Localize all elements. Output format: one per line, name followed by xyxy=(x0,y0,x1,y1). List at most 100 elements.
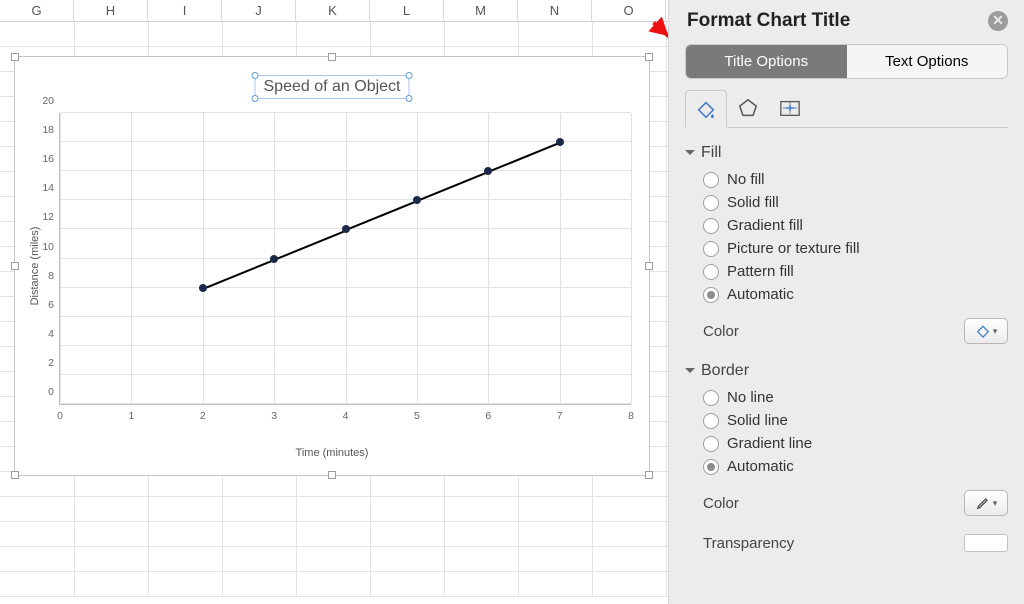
radio-icon xyxy=(703,287,719,303)
column-header[interactable]: M xyxy=(444,0,518,21)
pane-tabs: Title Options Text Options xyxy=(685,44,1008,79)
x-tick-label: 6 xyxy=(485,404,491,422)
radio-label: No line xyxy=(727,389,774,406)
series-line[interactable] xyxy=(202,259,274,289)
grid-row[interactable] xyxy=(0,22,668,47)
data-point[interactable] xyxy=(199,284,207,292)
fill-color-button[interactable]: ▾ xyxy=(964,318,1008,344)
collapse-triangle-icon xyxy=(685,150,695,160)
grid-row[interactable] xyxy=(0,497,668,522)
title-resize-handle[interactable] xyxy=(252,72,259,79)
y-tick-label: 10 xyxy=(42,241,60,253)
x-tick-label: 8 xyxy=(628,404,634,422)
data-point[interactable] xyxy=(556,138,564,146)
resize-handle[interactable] xyxy=(645,53,653,61)
transparency-input[interactable] xyxy=(964,534,1008,552)
grid-row[interactable] xyxy=(0,572,668,597)
border-section-header[interactable]: Border xyxy=(685,354,1008,386)
column-header[interactable]: G xyxy=(0,0,74,21)
radio-icon xyxy=(703,241,719,257)
x-tick-label: 1 xyxy=(128,404,134,422)
radio-icon xyxy=(703,390,719,406)
border-header-label: Border xyxy=(701,362,749,380)
y-tick-label: 4 xyxy=(48,328,60,340)
column-headers: GHIJKLMNO xyxy=(0,0,668,22)
resize-handle[interactable] xyxy=(645,262,653,270)
border-options: No line Solid lineGradient lineAutomatic xyxy=(685,386,1008,482)
x-tick-label: 5 xyxy=(414,404,420,422)
resize-handle[interactable] xyxy=(645,471,653,479)
title-resize-handle[interactable] xyxy=(252,95,259,102)
radio-option[interactable]: Pattern fill xyxy=(703,260,1008,283)
radio-label: Automatic xyxy=(727,286,794,303)
chart-object[interactable]: Speed of an Object Distance (miles) Time… xyxy=(14,56,650,476)
radio-label: Solid fill xyxy=(727,194,779,211)
radio-option[interactable]: Solid line xyxy=(703,409,1008,432)
fill-options: No fill Solid fill Gradient fillPicture or… xyxy=(685,168,1008,310)
column-header[interactable]: O xyxy=(592,0,666,21)
collapse-triangle-icon xyxy=(685,368,695,378)
paint-bucket-icon xyxy=(695,98,717,120)
data-point[interactable] xyxy=(413,196,421,204)
grid-row[interactable] xyxy=(0,522,668,547)
radio-option[interactable]: Automatic xyxy=(703,283,1008,306)
y-tick-label: 12 xyxy=(42,211,60,223)
chevron-down-icon: ▾ xyxy=(993,498,998,509)
resize-handle[interactable] xyxy=(328,53,336,61)
radio-option[interactable]: No line xyxy=(703,386,1008,409)
series-line[interactable] xyxy=(417,171,489,201)
format-pane: Format Chart Title ✕ Title Options Text … xyxy=(668,0,1024,604)
y-tick-label: 16 xyxy=(42,153,60,165)
data-point[interactable] xyxy=(484,167,492,175)
close-pane-button[interactable]: ✕ xyxy=(988,11,1008,31)
radio-option[interactable]: No fill xyxy=(703,168,1008,191)
pane-title: Format Chart Title xyxy=(687,10,850,32)
series-line[interactable] xyxy=(488,142,560,172)
y-tick-label: 8 xyxy=(48,270,60,282)
radio-option[interactable]: Gradient fill xyxy=(703,214,1008,237)
fill-and-line-tab[interactable] xyxy=(685,90,727,128)
grid-row[interactable] xyxy=(0,547,668,572)
y-tick-label: 0 xyxy=(48,386,60,398)
radio-icon xyxy=(703,436,719,452)
tab-title-options[interactable]: Title Options xyxy=(686,45,847,78)
radio-option[interactable]: Gradient line xyxy=(703,432,1008,455)
column-header[interactable]: J xyxy=(222,0,296,21)
chart-title[interactable]: Speed of an Object xyxy=(255,75,410,99)
series-line[interactable] xyxy=(274,229,346,259)
radio-option[interactable]: Picture or texture fill xyxy=(703,237,1008,260)
resize-handle[interactable] xyxy=(11,471,19,479)
category-icon-tabs xyxy=(685,89,1008,128)
series-line[interactable] xyxy=(345,200,417,230)
data-point[interactable] xyxy=(342,225,350,233)
plot-area[interactable]: 02468101214161820012345678 xyxy=(59,113,631,405)
resize-handle[interactable] xyxy=(11,53,19,61)
column-header[interactable]: L xyxy=(370,0,444,21)
radio-icon xyxy=(703,195,719,211)
column-header[interactable]: H xyxy=(74,0,148,21)
size-properties-tab[interactable] xyxy=(769,89,811,127)
radio-icon xyxy=(703,413,719,429)
resize-handle[interactable] xyxy=(328,471,336,479)
column-header[interactable]: I xyxy=(148,0,222,21)
fill-header-label: Fill xyxy=(701,144,721,162)
chart-title-text: Speed of an Object xyxy=(264,78,401,95)
title-resize-handle[interactable] xyxy=(405,95,412,102)
spreadsheet-area: GHIJKLMNO Speed of an Object Distance (m… xyxy=(0,0,668,604)
radio-label: Pattern fill xyxy=(727,263,794,280)
tab-text-options[interactable]: Text Options xyxy=(847,45,1008,78)
fill-section-header[interactable]: Fill xyxy=(685,136,1008,168)
radio-option[interactable]: Automatic xyxy=(703,455,1008,478)
border-color-button[interactable]: ▾ xyxy=(964,490,1008,516)
x-axis-title[interactable]: Time (minutes) xyxy=(296,447,369,459)
data-point[interactable] xyxy=(270,255,278,263)
title-resize-handle[interactable] xyxy=(405,72,412,79)
column-header[interactable]: N xyxy=(518,0,592,21)
y-axis-title[interactable]: Distance (miles) xyxy=(29,227,41,306)
resize-handle[interactable] xyxy=(11,262,19,270)
paint-bucket-icon xyxy=(975,323,991,339)
column-header[interactable]: K xyxy=(296,0,370,21)
effects-tab[interactable] xyxy=(727,89,769,127)
x-tick-label: 7 xyxy=(557,404,563,422)
radio-option[interactable]: Solid fill xyxy=(703,191,1008,214)
